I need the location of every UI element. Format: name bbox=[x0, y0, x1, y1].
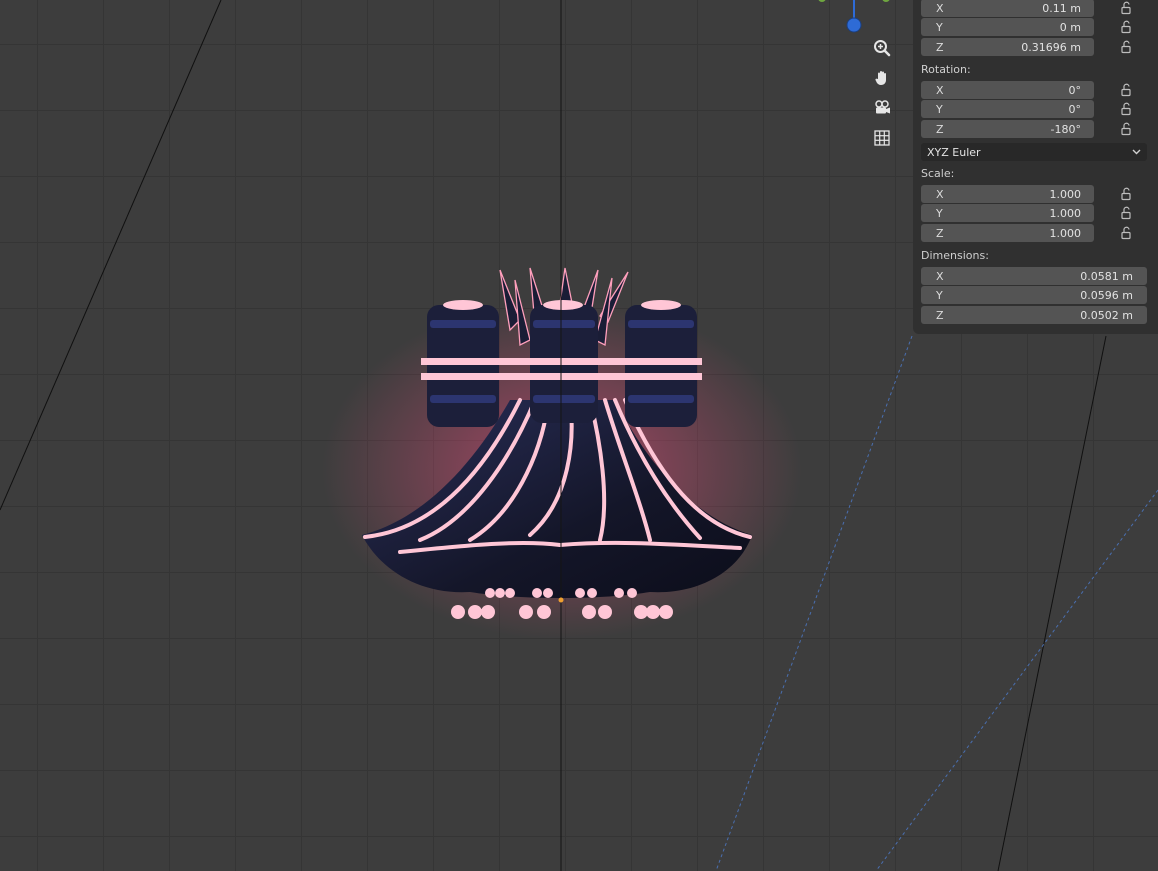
perspective-line bbox=[0, 0, 222, 511]
unlocked-padlock-icon[interactable] bbox=[1119, 20, 1133, 34]
rotation-z-field[interactable]: Z -180° bbox=[921, 120, 1094, 138]
field-value: 1.000 bbox=[1049, 226, 1082, 240]
field-value: 0 m bbox=[1059, 20, 1081, 34]
field-value: 0.11 m bbox=[1042, 1, 1081, 15]
scale-z-field[interactable]: Z 1.000 bbox=[921, 224, 1094, 242]
dimensions-y-field[interactable]: Y 0.0596 m bbox=[921, 286, 1147, 304]
rotation-mode-value: XYZ Euler bbox=[927, 145, 981, 159]
pan-button[interactable] bbox=[869, 65, 895, 91]
field-value: 0.31696 m bbox=[1021, 40, 1081, 54]
unlocked-padlock-icon[interactable] bbox=[1119, 40, 1133, 54]
axis-label: X bbox=[936, 187, 944, 201]
object-origin bbox=[558, 597, 564, 603]
scale-label: Scale: bbox=[921, 167, 955, 180]
unlocked-padlock-icon[interactable] bbox=[1119, 102, 1133, 116]
rotation-label: Rotation: bbox=[921, 63, 971, 76]
axis-label: Z bbox=[936, 308, 944, 322]
navigation-gizmo bbox=[818, 0, 890, 33]
axis-label: Z bbox=[936, 40, 944, 54]
rotation-mode-dropdown[interactable]: XYZ Euler bbox=[921, 143, 1147, 161]
unlocked-padlock-icon[interactable] bbox=[1119, 187, 1133, 201]
field-value: -180° bbox=[1050, 122, 1081, 136]
field-value: 0.0581 m bbox=[1080, 269, 1133, 283]
camera-view-icon bbox=[875, 100, 890, 114]
mesh-object bbox=[322, 267, 802, 640]
axis-label: Y bbox=[936, 206, 943, 220]
axis-label: Y bbox=[936, 102, 943, 116]
field-value: 1.000 bbox=[1049, 187, 1082, 201]
field-value: 0° bbox=[1068, 102, 1082, 116]
perspective-line bbox=[997, 335, 1107, 871]
scale-y-field[interactable]: Y 1.000 bbox=[921, 204, 1094, 222]
axis-label: X bbox=[936, 1, 944, 15]
scale-x-field[interactable]: X 1.000 bbox=[921, 185, 1094, 203]
axis-label: Y bbox=[936, 20, 943, 34]
field-value: 0.0502 m bbox=[1080, 308, 1133, 322]
unlocked-padlock-icon[interactable] bbox=[1119, 122, 1133, 136]
unlocked-padlock-icon[interactable] bbox=[1119, 226, 1133, 240]
field-value: 0.0596 m bbox=[1080, 288, 1133, 302]
grid-perspective-icon bbox=[874, 130, 890, 146]
camera-view-button[interactable] bbox=[869, 95, 895, 121]
axis-label: Z bbox=[936, 226, 944, 240]
location-z-field[interactable]: Z 0.31696 m bbox=[921, 38, 1094, 56]
rotation-x-field[interactable]: X 0° bbox=[921, 81, 1094, 99]
rotation-y-field[interactable]: Y 0° bbox=[921, 100, 1094, 118]
unlocked-padlock-icon[interactable] bbox=[1119, 1, 1133, 15]
unlocked-padlock-icon[interactable] bbox=[1119, 83, 1133, 97]
axis-label: Z bbox=[936, 122, 944, 136]
dimensions-x-field[interactable]: X 0.0581 m bbox=[921, 267, 1147, 285]
axis-line-dashed bbox=[875, 489, 1158, 871]
field-value: 1.000 bbox=[1049, 206, 1082, 220]
zoom-icon bbox=[874, 40, 891, 57]
axis-label: X bbox=[936, 269, 944, 283]
dimensions-z-field[interactable]: Z 0.0502 m bbox=[921, 306, 1147, 324]
axis-label: X bbox=[936, 83, 944, 97]
location-y-field[interactable]: Y 0 m bbox=[921, 18, 1094, 36]
perspective-toggle-button[interactable] bbox=[869, 125, 895, 151]
chevron-down-icon bbox=[1132, 149, 1141, 155]
unlocked-padlock-icon[interactable] bbox=[1119, 206, 1133, 220]
dimensions-label: Dimensions: bbox=[921, 249, 989, 262]
location-x-field[interactable]: X 0.11 m bbox=[921, 0, 1094, 17]
field-value: 0° bbox=[1068, 83, 1082, 97]
hand-pan-icon bbox=[875, 71, 886, 85]
zoom-button[interactable] bbox=[869, 35, 895, 61]
axis-label: Y bbox=[936, 288, 943, 302]
